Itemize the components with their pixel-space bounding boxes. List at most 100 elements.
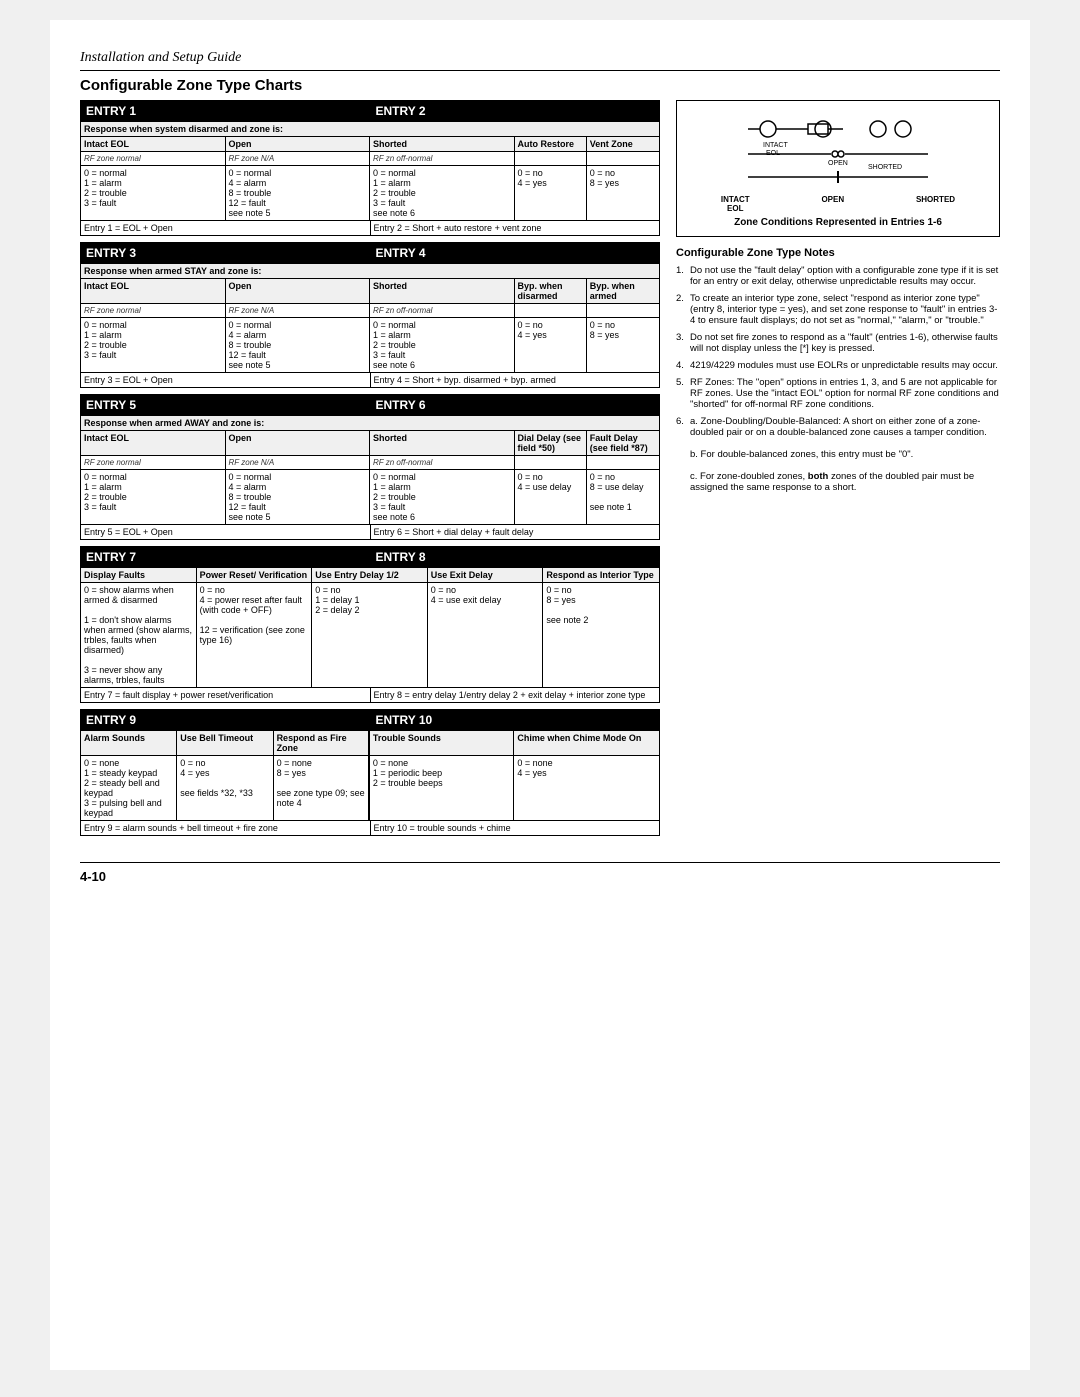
entry-3-title: ENTRY 3	[81, 243, 370, 263]
label-shorted: SHORTED	[916, 195, 955, 213]
entry10-footer: Entry 10 = trouble sounds + chime	[371, 821, 660, 835]
entry-1-vals: 0 = normal1 = alarm2 = trouble3 = fault …	[81, 165, 659, 220]
col1-note: RF zone normal	[81, 151, 226, 165]
col7-power-reset: Power Reset/ Verification	[197, 567, 313, 582]
entry-1-2-header: ENTRY 1 ENTRY 2	[81, 101, 659, 121]
entry3-footer: Entry 3 = EOL + Open	[81, 373, 371, 387]
notes-section: Configurable Zone Type Notes 1. Do not u…	[676, 247, 1000, 493]
entry-1-2-wrapper: ENTRY 1 ENTRY 2 Response when system dis…	[80, 100, 660, 236]
col3-intact-eol: Intact EOL	[81, 278, 226, 303]
entry-7-8-footers: Entry 7 = fault display + power reset/ve…	[81, 687, 659, 702]
entry9-col1-vals: 0 = none1 = steady keypad2 = steady bell…	[81, 755, 177, 820]
entry-9-10-header: ENTRY 9 ENTRY 10	[81, 710, 659, 730]
note-item-2: 2. To create an interior type zone, sele…	[676, 293, 1000, 326]
main-content: ENTRY 1 ENTRY 2 Response when system dis…	[80, 100, 1000, 842]
entry-4-title: ENTRY 4	[371, 243, 660, 263]
col-auto-restore: Auto Restore	[515, 136, 587, 151]
entry-5-6-wrapper: ENTRY 5 ENTRY 6 Response when armed AWAY…	[80, 394, 660, 540]
entry-6-title: ENTRY 6	[371, 395, 660, 415]
col4-note	[515, 151, 587, 165]
col10-trouble-sounds: Trouble Sounds	[370, 730, 515, 755]
right-column: INTACT EOL OPEN SHORTED INTACTEOL OPEN S…	[676, 100, 1000, 842]
col7-display-faults: Display Faults	[81, 567, 197, 582]
note-item-1: 1. Do not use the "fault delay" option w…	[676, 265, 1000, 287]
col-shorted: Shorted	[370, 136, 515, 151]
entry9-col2-vals: 0 = no4 = yessee fields *32, *33	[177, 755, 273, 820]
col9-alarm-sounds: Alarm Sounds	[81, 730, 177, 755]
entry1-footer: Entry 1 = EOL + Open	[81, 221, 371, 235]
entry-9-10-footers: Entry 9 = alarm sounds + bell timeout + …	[81, 820, 659, 835]
entry4-footer: Entry 4 = Short + byp. disarmed + byp. a…	[371, 373, 660, 387]
col-vent-zone: Vent Zone	[587, 136, 659, 151]
entry-1-2-footers: Entry 1 = EOL + Open Entry 2 = Short + a…	[81, 220, 659, 235]
entry-3-notes-row: RF zone normal RF zone N/A RF zn off-nor…	[81, 303, 659, 317]
entry-3-4-wrapper: ENTRY 3 ENTRY 4 Response when armed STAY…	[80, 242, 660, 388]
entry-9-title: ENTRY 9	[81, 710, 370, 730]
label-open: OPEN	[821, 195, 844, 213]
entry-3-subtitle: Response when armed STAY and zone is:	[81, 263, 659, 278]
note-item-4: 4. 4219/4229 modules must use EOLRs or u…	[676, 360, 1000, 371]
entry-9-10-col-headers: Alarm Sounds Use Bell Timeout Respond as…	[81, 730, 659, 755]
entry-5-half: ENTRY 5	[81, 395, 371, 415]
col9-use-bell: Use Bell Timeout	[177, 730, 273, 755]
entry-7-vals: 0 = show alarms when armed & disarmed1 =…	[81, 582, 659, 687]
entry1-col5-vals: 0 = no8 = yes	[587, 165, 659, 220]
entry-3-vals: 0 = normal1 = alarm2 = trouble3 = fault …	[81, 317, 659, 372]
entry-10-half: ENTRY 10	[371, 710, 660, 730]
col7-use-exit: Use Exit Delay	[428, 567, 544, 582]
entry7-footer: Entry 7 = fault display + power reset/ve…	[81, 688, 371, 702]
col3-open: Open	[226, 278, 371, 303]
entry-5-vals: 0 = normal1 = alarm2 = trouble3 = fault …	[81, 469, 659, 524]
page: Installation and Setup Guide Configurabl…	[50, 20, 1030, 1370]
entry-5-6-footers: Entry 5 = EOL + Open Entry 6 = Short + d…	[81, 524, 659, 539]
entry-5-6-header: ENTRY 5 ENTRY 6	[81, 395, 659, 415]
svg-text:SHORTED: SHORTED	[868, 164, 902, 171]
entry-7-8-wrapper: ENTRY 7 ENTRY 8 Display Faults Power Res…	[80, 546, 660, 703]
entry-2-half: ENTRY 2	[371, 101, 660, 121]
entry-3-4-footers: Entry 3 = EOL + Open Entry 4 = Short + b…	[81, 372, 659, 387]
entry-3-half: ENTRY 3	[81, 243, 371, 263]
entry-7-8-header: ENTRY 7 ENTRY 8	[81, 547, 659, 567]
svg-text:OPEN: OPEN	[828, 160, 848, 167]
header-text: Installation and Setup Guide	[80, 50, 241, 65]
entry-9-half: ENTRY 9	[81, 710, 371, 730]
col3-shorted: Shorted	[370, 278, 515, 303]
entry1-col1-vals: 0 = normal1 = alarm2 = trouble3 = fault	[81, 165, 226, 220]
col3-byp-armed: Byp. when armed	[587, 278, 659, 303]
entry-1-subtitle: Response when system disarmed and zone i…	[81, 121, 659, 136]
col9-respond-fire: Respond as Fire Zone	[274, 730, 370, 755]
entry9-col3-vals: 0 = none8 = yessee zone type 09; see not…	[274, 755, 370, 820]
zone-diagram-title: Zone Conditions Represented in Entries 1…	[685, 217, 991, 228]
svg-text:INTACT: INTACT	[763, 142, 788, 149]
svg-text:EOL: EOL	[766, 150, 780, 157]
entry-3-4-header: ENTRY 3 ENTRY 4	[81, 243, 659, 263]
zone-labels: INTACTEOL OPEN SHORTED	[685, 195, 991, 213]
entry2-footer: Entry 2 = Short + auto restore + vent zo…	[371, 221, 660, 235]
entry-10-title: ENTRY 10	[371, 710, 660, 730]
entry-8-title: ENTRY 8	[371, 547, 660, 567]
entry6-footer: Entry 6 = Short + dial delay + fault del…	[371, 525, 660, 539]
note-item-3: 3. Do not set fire zones to respond as a…	[676, 332, 1000, 354]
entry-1-col-headers: Intact EOL Open Shorted Auto Restore Ven…	[81, 136, 659, 151]
entry1-col2-vals: 0 = normal4 = alarm8 = trouble12 = fault…	[226, 165, 371, 220]
col5-note	[587, 151, 659, 165]
entry-1-title: ENTRY 1	[81, 101, 370, 121]
entry1-col3-vals: 0 = normal1 = alarm2 = trouble3 = faults…	[370, 165, 515, 220]
page-number: 4-10	[80, 862, 1000, 884]
entry-7-col-headers: Display Faults Power Reset/ Verification…	[81, 567, 659, 582]
label-intact-eol: INTACTEOL	[721, 195, 750, 213]
zone-diagram-svg: INTACT EOL OPEN SHORTED	[748, 109, 928, 189]
col-intact-eol: Intact EOL	[81, 136, 226, 151]
entry8-footer: Entry 8 = entry delay 1/entry delay 2 + …	[371, 688, 660, 702]
entry-7-half: ENTRY 7	[81, 547, 371, 567]
entry-4-half: ENTRY 4	[371, 243, 660, 263]
notes-list: 1. Do not use the "fault delay" option w…	[676, 265, 1000, 493]
notes-title: Configurable Zone Type Notes	[676, 247, 1000, 259]
entry-5-subtitle: Response when armed AWAY and zone is:	[81, 415, 659, 430]
entry-2-title: ENTRY 2	[371, 101, 660, 121]
entry-5-notes-row: RF zone normal RF zone N/A RF zn off-nor…	[81, 455, 659, 469]
page-header: Installation and Setup Guide	[80, 50, 1000, 71]
entry-9-10-wrapper: ENTRY 9 ENTRY 10 Alarm Sounds Use Bell T…	[80, 709, 660, 836]
entry5-footer: Entry 5 = EOL + Open	[81, 525, 371, 539]
entry-1-half: ENTRY 1	[81, 101, 371, 121]
